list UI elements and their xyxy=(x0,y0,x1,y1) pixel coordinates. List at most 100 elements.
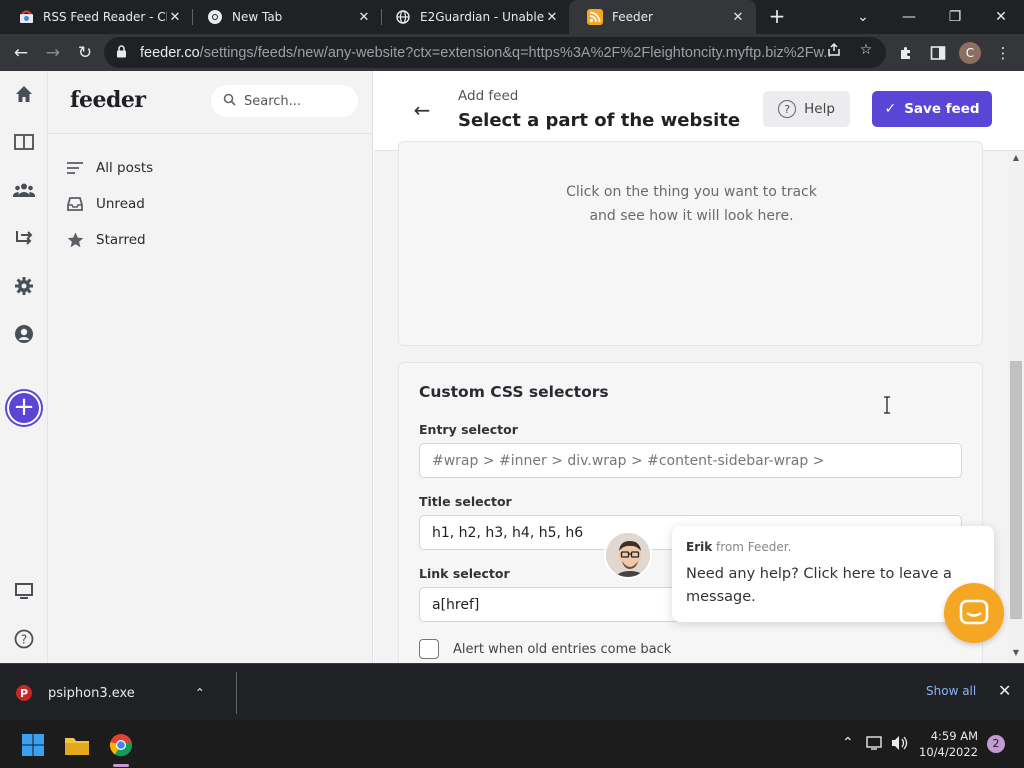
windows-start-icon[interactable] xyxy=(20,732,46,758)
search-icon xyxy=(223,93,236,109)
file-explorer-icon[interactable] xyxy=(64,732,90,758)
help-label: Help xyxy=(804,101,835,117)
alert-old-entries-row[interactable]: Alert when old entries come back xyxy=(419,639,671,659)
scrollbar[interactable]: ▲ ▼ xyxy=(1008,151,1024,663)
chat-agent-avatar xyxy=(604,531,652,579)
help-button[interactable]: ? Help xyxy=(763,91,850,127)
scroll-down-icon[interactable]: ▼ xyxy=(1011,648,1021,657)
scrollbar-thumb[interactable] xyxy=(1010,361,1022,619)
preview-card: Click on the thing you want to track and… xyxy=(398,141,983,346)
feeder-logo[interactable]: feeder xyxy=(70,87,146,113)
scroll-up-icon[interactable]: ▲ xyxy=(1011,153,1021,162)
download-item[interactable]: P psiphon3.exe ⌃ xyxy=(14,678,205,708)
entry-selector-input[interactable]: #wrap > #inner > div.wrap > #content-sid… xyxy=(419,443,962,478)
tab-e2guardian[interactable]: E2Guardian - Unable to load ✕ xyxy=(377,0,570,34)
title-selector-label: Title selector xyxy=(419,494,512,509)
chrome-taskbar-icon[interactable] xyxy=(108,732,134,758)
search-placeholder: Search... xyxy=(244,93,302,109)
help-circle-icon[interactable]: ? xyxy=(12,627,36,651)
url-path: /settings/feeds/new/any-website?ctx=exte… xyxy=(199,44,830,61)
tab-search-icon[interactable]: ⌄ xyxy=(840,0,886,34)
back-arrow-icon[interactable]: ← xyxy=(410,98,434,122)
home-icon[interactable] xyxy=(12,82,36,106)
psiphon-icon: P xyxy=(14,683,34,703)
add-feed-button[interactable]: + xyxy=(7,391,41,425)
sidebar-item-label: Starred xyxy=(96,232,146,248)
tab-title: Feeder xyxy=(612,10,653,24)
close-window-icon[interactable]: ✕ xyxy=(978,0,1024,34)
restore-icon[interactable]: ❐ xyxy=(932,0,978,34)
sidebar-item-starred[interactable]: Starred xyxy=(66,228,146,252)
tab-title: E2Guardian - Unable to load xyxy=(420,10,544,24)
tab-rss-feed-reader[interactable]: RSS Feed Reader - Chrome Web Store ✕ xyxy=(0,0,193,34)
entry-selector-label: Entry selector xyxy=(419,422,518,437)
volume-icon[interactable] xyxy=(891,735,909,755)
clock-date: 10/4/2022 xyxy=(919,745,978,759)
desktop-app-icon[interactable] xyxy=(12,579,36,603)
list-icon xyxy=(66,162,84,174)
section-title: Custom CSS selectors xyxy=(419,383,609,401)
search-input[interactable]: Search... xyxy=(211,85,358,117)
notification-badge[interactable]: 2 xyxy=(987,735,1005,753)
save-feed-button[interactable]: ✓ Save feed xyxy=(872,91,992,127)
bookmark-star-icon[interactable]: ☆ xyxy=(857,42,875,60)
question-icon: ? xyxy=(778,100,797,118)
forward-icon[interactable]: → xyxy=(40,40,66,66)
url-domain: feeder.co xyxy=(140,44,200,61)
inbox-icon xyxy=(66,197,84,211)
close-tab-icon[interactable]: ✕ xyxy=(167,10,183,25)
close-tab-icon[interactable]: ✕ xyxy=(356,10,372,25)
new-tab-button[interactable]: + xyxy=(765,4,789,28)
svg-text:P: P xyxy=(20,687,28,700)
globe-icon xyxy=(395,9,411,25)
star-icon xyxy=(66,232,84,248)
preview-hint-line1: Click on the thing you want to track xyxy=(566,184,817,200)
chat-bubble-icon xyxy=(959,599,989,625)
people-icon[interactable] xyxy=(12,178,36,202)
share-icon[interactable] xyxy=(825,42,843,60)
chat-sender-name: Erik xyxy=(686,540,713,554)
close-tab-icon[interactable]: ✕ xyxy=(544,10,560,25)
close-tab-icon[interactable]: ✕ xyxy=(730,10,746,25)
tab-feeder[interactable]: Feeder ✕ xyxy=(569,0,756,34)
account-icon[interactable] xyxy=(12,322,36,346)
save-label: Save feed xyxy=(904,101,980,117)
windows-taskbar: ⌃ 4:59 AM 10/4/2022 2 xyxy=(0,720,1024,768)
reload-icon[interactable]: ↻ xyxy=(72,40,98,66)
profile-avatar[interactable]: C xyxy=(959,42,981,64)
address-bar[interactable]: feeder.co/settings/feeds/new/any-website… xyxy=(104,37,886,68)
back-icon[interactable]: ← xyxy=(8,40,34,66)
sidebar-item-label: Unread xyxy=(96,196,145,212)
clock-time: 4:59 AM xyxy=(930,729,978,743)
browser-toolbar: ← → ↻ feeder.co/settings/feeds/new/any-w… xyxy=(0,34,1024,71)
sidebar-item-unread[interactable]: Unread xyxy=(66,192,145,216)
sidebar: feeder Search... All posts Unread Starre… xyxy=(48,71,373,663)
close-download-bar-icon[interactable]: ✕ xyxy=(998,681,1011,700)
link-selector-label: Link selector xyxy=(419,566,510,581)
preview-hint-line2: and see how it will look here. xyxy=(589,208,794,224)
system-clock[interactable]: 4:59 AM 10/4/2022 xyxy=(914,728,978,760)
side-panel-icon[interactable] xyxy=(927,42,949,64)
chat-sender-from: from Feeder. xyxy=(716,540,792,554)
sidebar-item-all-posts[interactable]: All posts xyxy=(66,156,153,180)
text-cursor-icon xyxy=(882,396,892,414)
reader-layout-icon[interactable] xyxy=(12,130,36,154)
chevron-up-icon[interactable]: ⌃ xyxy=(195,686,205,700)
sidebar-item-label: All posts xyxy=(96,160,154,176)
settings-gear-icon[interactable] xyxy=(12,274,36,298)
show-all-link[interactable]: Show all xyxy=(926,684,976,698)
minimize-icon[interactable]: — xyxy=(886,0,932,34)
chat-launcher-button[interactable] xyxy=(944,583,1004,643)
network-icon[interactable] xyxy=(866,735,884,755)
tray-chevron-icon[interactable]: ⌃ xyxy=(842,735,854,751)
menu-kebab-icon[interactable]: ⋮ xyxy=(992,42,1014,64)
alert-label: Alert when old entries come back xyxy=(453,641,672,657)
tab-new-tab[interactable]: New Tab ✕ xyxy=(189,0,382,34)
share-flow-icon[interactable] xyxy=(12,226,36,250)
page-title: Select a part of the website xyxy=(458,110,741,131)
extensions-icon[interactable] xyxy=(895,42,917,64)
checkmark-icon: ✓ xyxy=(884,101,897,117)
alert-checkbox[interactable] xyxy=(419,639,439,659)
download-separator xyxy=(236,672,237,714)
chat-sender: Erik from Feeder. xyxy=(686,540,791,554)
